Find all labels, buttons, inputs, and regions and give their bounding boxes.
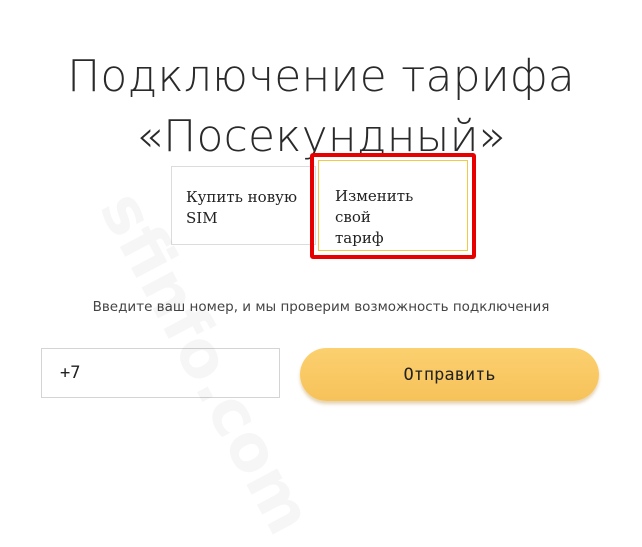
option-change-tariff[interactable]: Изменить свой тариф	[318, 160, 468, 251]
page-title-line-1: Подключение тарифа	[67, 51, 575, 103]
option-change-tariff-label-2: тариф	[335, 229, 384, 247]
phone-input[interactable]	[41, 348, 280, 398]
submit-button[interactable]: Отправить	[300, 348, 599, 401]
option-change-tariff-label-1: Изменить свой	[335, 187, 414, 226]
option-buy-new-sim[interactable]: Купить новую SIM	[171, 166, 316, 245]
option-buy-new-sim-label-1: Купить новую	[186, 188, 298, 206]
page-title: Подключение тарифа «Посекундный»	[0, 47, 642, 167]
option-buy-new-sim-label-2: SIM	[186, 209, 218, 227]
phone-hint-text: Введите ваш номер, и мы проверим возможн…	[92, 299, 550, 315]
